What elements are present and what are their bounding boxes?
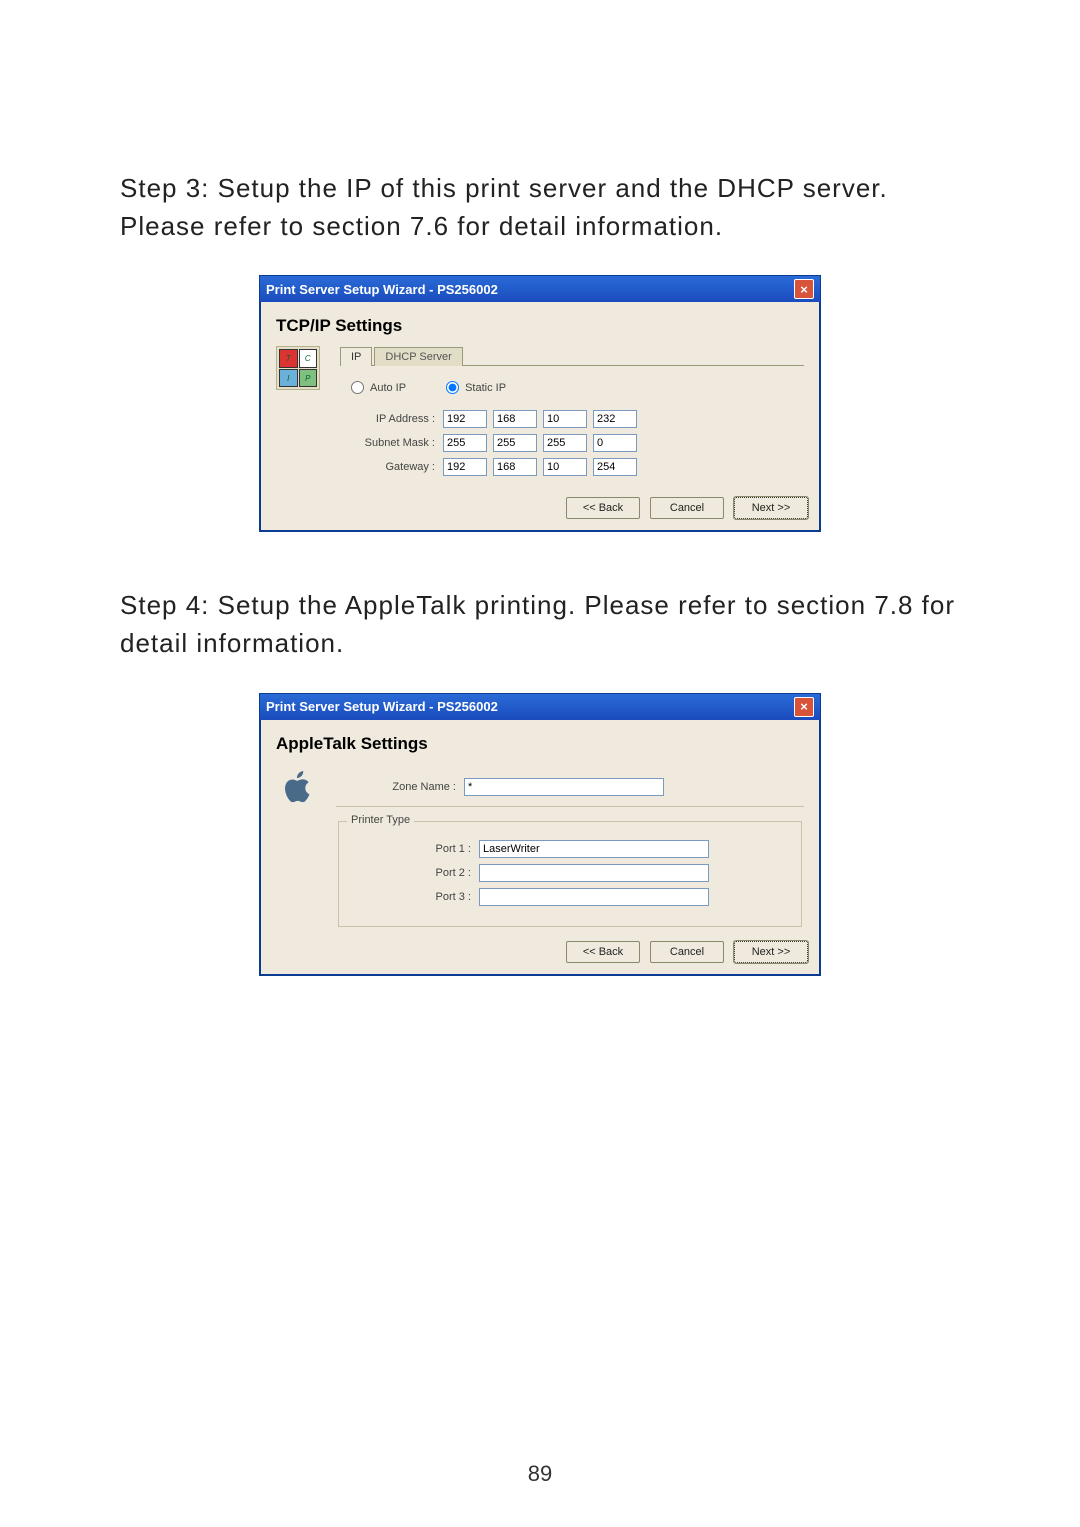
radio-static-ip-label: Static IP (465, 382, 506, 394)
gateway-octet-2[interactable] (493, 458, 537, 476)
close-icon-2[interactable]: × (794, 697, 814, 717)
cancel-button[interactable]: Cancel (650, 497, 724, 519)
title-bar-2: Print Server Setup Wizard - PS256002 × (260, 694, 820, 720)
radio-auto-ip[interactable]: Auto IP (351, 381, 406, 394)
appletalk-heading: AppleTalk Settings (276, 734, 804, 754)
port2-label: Port 2 : (351, 867, 479, 879)
radio-static-ip-input[interactable] (446, 381, 459, 394)
tab-strip: IP DHCP Server (340, 346, 804, 366)
tab-ip[interactable]: IP (340, 347, 372, 366)
gateway-octet-4[interactable] (593, 458, 637, 476)
label-gateway: Gateway : (347, 461, 437, 473)
port1-input[interactable] (479, 840, 709, 858)
port3-input[interactable] (479, 888, 709, 906)
printer-type-legend: Printer Type (347, 814, 414, 826)
subnet-octet-1[interactable] (443, 434, 487, 452)
step4-text: Step 4: Setup the AppleTalk printing. Pl… (120, 587, 960, 662)
radio-auto-ip-input[interactable] (351, 381, 364, 394)
printer-type-group: Printer Type Port 1 : Port 2 : Port 3 : (338, 821, 802, 927)
appletalk-dialog: Print Server Setup Wizard - PS256002 × A… (259, 693, 821, 976)
subnet-octet-3[interactable] (543, 434, 587, 452)
port3-label: Port 3 : (351, 891, 479, 903)
subnet-octet-2[interactable] (493, 434, 537, 452)
subnet-octet-4[interactable] (593, 434, 637, 452)
step3-text: Step 3: Setup the IP of this print serve… (120, 170, 960, 245)
apple-icon (276, 764, 320, 808)
radio-auto-ip-label: Auto IP (370, 382, 406, 394)
ip-octet-3[interactable] (543, 410, 587, 428)
dialog-title-2: Print Server Setup Wizard - PS256002 (266, 699, 498, 714)
port2-input[interactable] (479, 864, 709, 882)
zone-name-input[interactable] (464, 778, 664, 796)
tab-dhcp-server[interactable]: DHCP Server (374, 347, 462, 366)
zone-name-label: Zone Name : (336, 781, 464, 793)
cancel-button-2[interactable]: Cancel (650, 941, 724, 963)
ip-octet-1[interactable] (443, 410, 487, 428)
back-button[interactable]: << Back (566, 497, 640, 519)
next-button-2[interactable]: Next >> (734, 941, 808, 963)
back-button-2[interactable]: << Back (566, 941, 640, 963)
dialog-title: Print Server Setup Wizard - PS256002 (266, 282, 498, 297)
tcpip-heading: TCP/IP Settings (276, 316, 804, 336)
tcpip-icon: TCIP (276, 346, 320, 390)
port1-label: Port 1 : (351, 843, 479, 855)
page-number: 89 (0, 1461, 1080, 1487)
title-bar: Print Server Setup Wizard - PS256002 × (260, 276, 820, 302)
next-button[interactable]: Next >> (734, 497, 808, 519)
tcpip-dialog: Print Server Setup Wizard - PS256002 × T… (259, 275, 821, 532)
radio-static-ip[interactable]: Static IP (446, 381, 506, 394)
label-subnet-mask: Subnet Mask : (347, 437, 437, 449)
ip-octet-2[interactable] (493, 410, 537, 428)
label-ip-address: IP Address : (347, 413, 437, 425)
gateway-octet-3[interactable] (543, 458, 587, 476)
gateway-octet-1[interactable] (443, 458, 487, 476)
ip-octet-4[interactable] (593, 410, 637, 428)
close-icon[interactable]: × (794, 279, 814, 299)
